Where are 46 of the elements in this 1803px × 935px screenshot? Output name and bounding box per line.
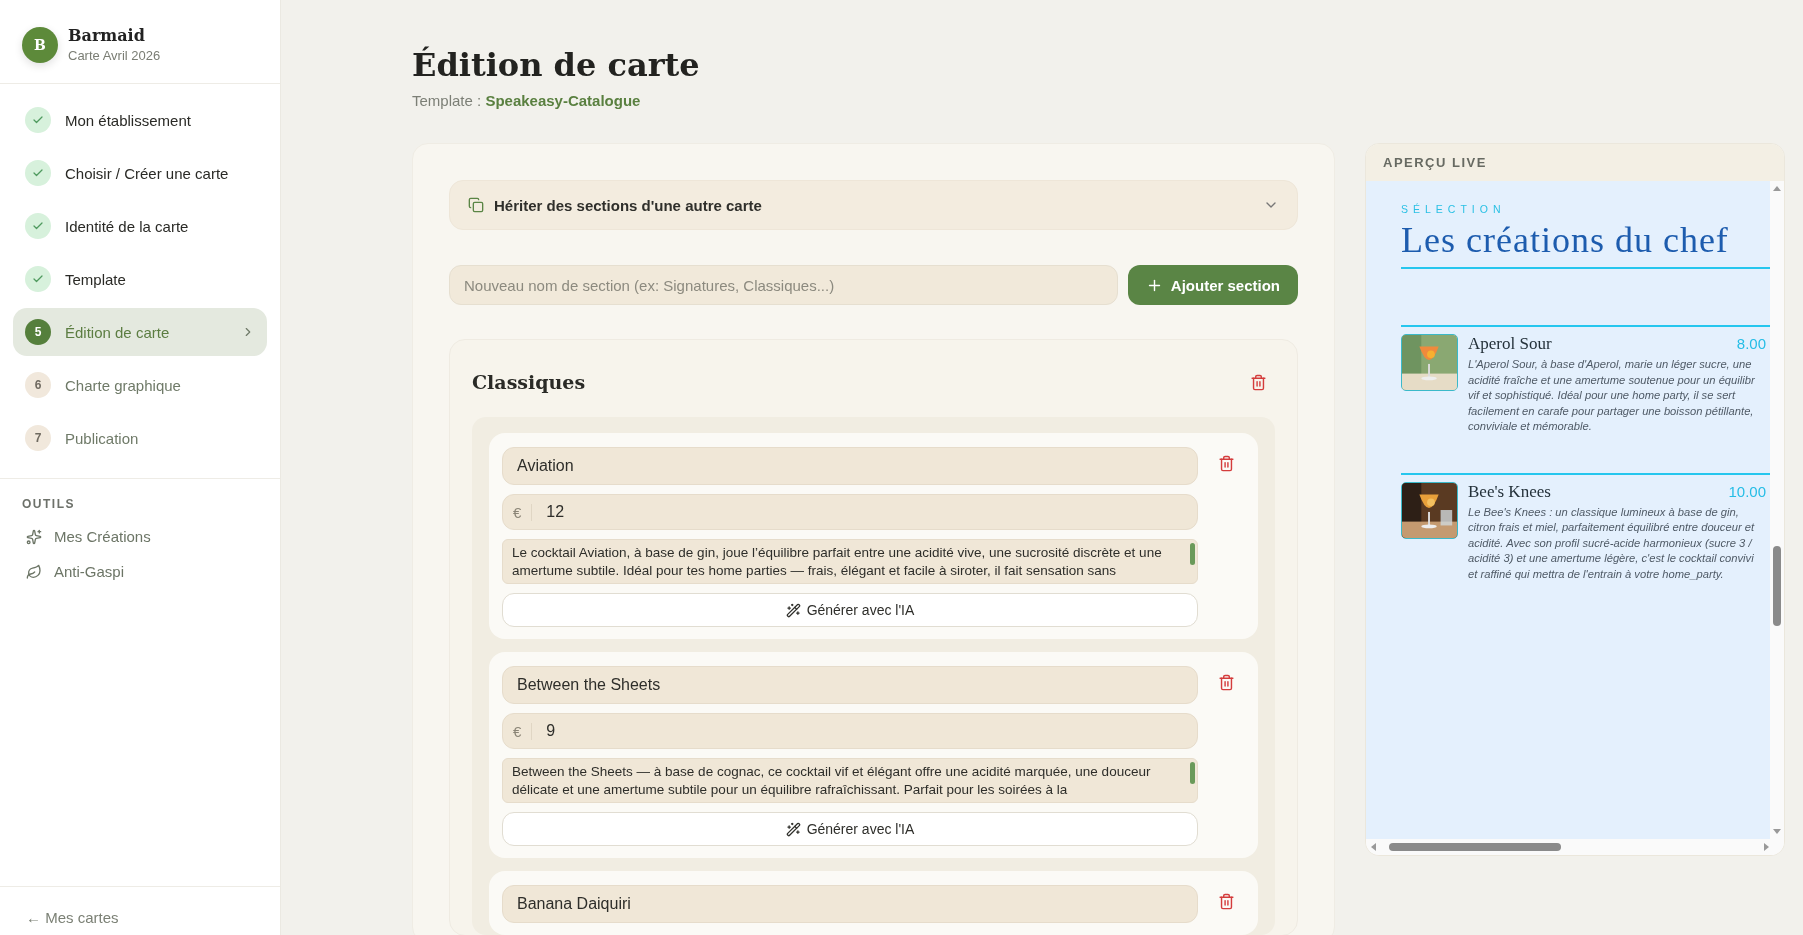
tool-link[interactable]: Mes Créations <box>0 519 280 554</box>
step-number: 7 <box>25 425 51 451</box>
tools-heading: OUTILS <box>21 496 76 513</box>
template-info: Template : Speakeasy-Catalogue <box>412 92 642 109</box>
description-field[interactable]: Le cocktail Aviation, à base de gin, joue l’équilibre parfait entre une acidité vive, une sucrosité discrète et une amertume subtile. Idéal pour tes home parties — frais, élégant et facile à siroter, il fait sensation sans <box>502 539 1198 584</box>
drink-description: L'Aperol Sour, à base d'Aperol, marie un léger sucre, une acidité fraîche et une amertume soutenue pour un équilibr vif et sophistiqué. Idéal pour une home party, il se sert facilement en carafe pour partager une boisson pétillante, conviviale et mémorable. <box>1468 357 1756 434</box>
section-name-field[interactable]: Nouveau nom de section (ex: Signatures, Classiques...) <box>449 265 1118 305</box>
page-title: Édition de carte <box>412 46 701 84</box>
inherit-dropdown[interactable]: Hériter des sections d'une autre carte <box>449 180 1298 230</box>
brand-subtitle: Carte Avril 2026 <box>68 48 161 63</box>
name-field[interactable]: Between the Sheets <box>502 666 1198 704</box>
tool-link[interactable]: Anti-Gaspi <box>0 554 280 589</box>
magic-wand-icon <box>785 602 801 618</box>
sparkles-icon <box>26 528 42 545</box>
step-item[interactable]: Template <box>13 255 267 303</box>
step-item[interactable]: 7 Publication <box>13 414 267 462</box>
drink-name: Bee's Knees <box>1468 481 1551 502</box>
step-item[interactable]: Identité de la carte <box>13 202 267 250</box>
magic-wand-icon <box>785 821 801 837</box>
name-field[interactable]: Aviation <box>502 447 1198 485</box>
drink-price: 8.00 <box>1736 335 1767 352</box>
add-section-button[interactable]: Ajouter section <box>1127 265 1298 305</box>
step-item[interactable]: 6 Charte graphique <box>13 361 267 409</box>
step-number: 6 <box>25 372 51 398</box>
generate-button[interactable]: Générer avec l'IA <box>502 812 1198 846</box>
section-title: Classiques <box>472 370 586 393</box>
drink-description: Le Bee's Knees : un classique lumineux à base de gin, citron frais et miel, parfaitement équilibré entre douceur et acidité. Avec son profil sucré-acide harmonieux (sucre 3 / acidité 3) et une amertume légère, c'est le cocktail convivi et raffiné qui mettra de l'entrain à votre home_party. <box>1468 504 1756 582</box>
step-item[interactable]: 5 Édition de carte <box>13 308 267 356</box>
price-field[interactable]: € 12 <box>502 494 1198 530</box>
price-field[interactable]: € 9 <box>502 713 1198 749</box>
step-item[interactable]: Choisir / Créer une carte <box>13 149 267 197</box>
drink-name: Aperol Sour <box>1468 334 1552 354</box>
eyebrow-label: SÉLECTION <box>1401 203 1507 215</box>
preview-heading: APERÇU LIVE <box>1366 144 1784 181</box>
description-field[interactable]: Between the Sheets — à base de cognac, ce cocktail vif et élégant offre une acidité marquée, une douceur délicate et une amertume subtile pour un équilibre rafraîchissant. Parfait pour les soirées à la <box>502 758 1198 803</box>
brand-name: Barmaid <box>68 26 146 45</box>
name-field[interactable]: Banana Daiquiri <box>502 885 1198 923</box>
horizontal-scrollbar[interactable] <box>1366 839 1784 855</box>
drink-price: 10.00 <box>1728 482 1767 500</box>
back-link[interactable]: ← Mes cartes <box>26 909 119 926</box>
step-number: 5 <box>25 319 51 345</box>
copy-icon <box>468 197 484 213</box>
avatar: B <box>22 26 58 63</box>
step-item[interactable]: Mon établissement <box>13 96 267 144</box>
leaf-icon <box>26 563 42 580</box>
generate-button[interactable]: Générer avec l'IA <box>502 593 1198 627</box>
